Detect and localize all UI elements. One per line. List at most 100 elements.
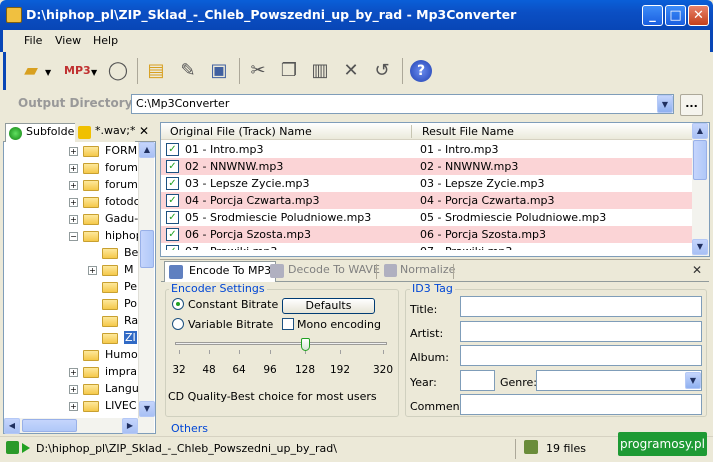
constant-bitrate-radio[interactable] bbox=[172, 298, 184, 310]
scroll-down-icon[interactable]: ▼ bbox=[139, 401, 155, 417]
file-list-scrollbar[interactable]: ▲ ▼ bbox=[692, 123, 709, 256]
scroll-up-icon[interactable]: ▲ bbox=[139, 142, 155, 158]
row-checkbox[interactable]: ✓ bbox=[166, 245, 179, 250]
artist-field[interactable] bbox=[460, 321, 702, 342]
expand-icon[interactable]: + bbox=[69, 215, 78, 224]
variable-bitrate-radio[interactable] bbox=[172, 318, 184, 330]
defaults-button[interactable]: Defaults bbox=[282, 298, 375, 314]
scroll-up-icon[interactable]: ▲ bbox=[692, 123, 708, 139]
tree-item[interactable]: + Langu bbox=[3, 381, 138, 398]
tab-file-mask[interactable]: *.wav;*. bbox=[75, 123, 135, 142]
menu-view[interactable]: View bbox=[55, 34, 81, 47]
expand-icon[interactable]: + bbox=[69, 385, 78, 394]
folder-tree-scrollbar[interactable]: ▲ ▼ bbox=[138, 142, 155, 418]
constant-bitrate-label[interactable]: Constant Bitrate bbox=[188, 298, 278, 311]
tree-item[interactable]: + Gadu- bbox=[3, 211, 138, 228]
tree-item[interactable]: − hiphop bbox=[3, 228, 138, 245]
expand-icon[interactable]: + bbox=[69, 147, 78, 156]
tree-item[interactable]: + fotodc bbox=[3, 194, 138, 211]
copy-icon[interactable]: ❐ bbox=[278, 60, 300, 82]
tree-item[interactable]: + forum bbox=[3, 160, 138, 177]
expand-icon[interactable]: + bbox=[69, 181, 78, 190]
close-button[interactable]: ✕ bbox=[688, 5, 709, 26]
scroll-right-icon[interactable]: ▶ bbox=[122, 418, 138, 434]
scroll-left-icon[interactable]: ◀ bbox=[4, 418, 20, 434]
row-checkbox[interactable]: ✓ bbox=[166, 160, 179, 173]
tree-item[interactable]: ZI bbox=[3, 330, 138, 347]
column-divider[interactable] bbox=[411, 125, 412, 138]
help-icon[interactable]: ? bbox=[410, 60, 432, 82]
tree-item[interactable]: + LIVEC bbox=[3, 398, 138, 415]
row-checkbox[interactable]: ✓ bbox=[166, 177, 179, 190]
variable-bitrate-label[interactable]: Variable Bitrate bbox=[188, 318, 273, 331]
open-dropdown-icon[interactable]: ▼ bbox=[45, 68, 51, 77]
speech-bubble-icon[interactable]: ◯ bbox=[107, 60, 129, 82]
expand-icon[interactable]: + bbox=[69, 402, 78, 411]
expand-icon[interactable]: + bbox=[69, 368, 78, 377]
album-field[interactable] bbox=[460, 345, 702, 366]
bitrate-slider-thumb[interactable] bbox=[301, 338, 310, 351]
menu-help[interactable]: Help bbox=[93, 34, 118, 47]
scroll-thumb[interactable] bbox=[140, 230, 154, 268]
mono-encoding-label[interactable]: Mono encoding bbox=[297, 318, 381, 331]
menu-file[interactable]: File bbox=[24, 34, 42, 47]
column-original-name[interactable]: Original File (Track) Name bbox=[170, 125, 312, 138]
table-row[interactable]: ✓ 03 - Lepsze Zycie.mp3 03 - Lepsze Zycie.… bbox=[161, 175, 692, 192]
paste-tag-icon[interactable]: ▤ bbox=[145, 60, 167, 82]
row-checkbox[interactable]: ✓ bbox=[166, 228, 179, 241]
tree-item[interactable]: Pe bbox=[3, 279, 138, 296]
hscroll-thumb[interactable] bbox=[22, 419, 77, 432]
scroll-thumb[interactable] bbox=[693, 140, 707, 180]
table-row[interactable]: ✓ 06 - Porcja Szosta.mp3 06 - Porcja Szost… bbox=[161, 226, 692, 243]
table-row[interactable]: ✓ 05 - Srodmiescie Poludniowe.mp3 05 - Sro… bbox=[161, 209, 692, 226]
edit-icon[interactable]: ✎ bbox=[177, 60, 199, 82]
row-checkbox[interactable]: ✓ bbox=[166, 194, 179, 207]
tab-encode-mp3[interactable]: Encode To MP3 bbox=[164, 261, 277, 282]
table-row[interactable]: ✓ 02 - NNWNW.mp3 02 - NNWNW.mp3 bbox=[161, 158, 692, 175]
column-result-name[interactable]: Result File Name bbox=[422, 125, 514, 138]
table-row[interactable]: ✓ 07 - Prawiki.mp3 07 - Prawiki.mp3 bbox=[161, 243, 692, 250]
cut-icon[interactable]: ✂ bbox=[247, 60, 269, 82]
undo-icon[interactable]: ↺ bbox=[371, 60, 393, 82]
expand-icon[interactable]: + bbox=[69, 164, 78, 173]
close-icon[interactable]: ✕ bbox=[692, 263, 702, 277]
scroll-down-icon[interactable]: ▼ bbox=[692, 239, 708, 255]
tree-item[interactable]: Po bbox=[3, 296, 138, 313]
table-row[interactable]: ✓ 04 - Porcja Czwarta.mp3 04 - Porcja Czwa… bbox=[161, 192, 692, 209]
table-row[interactable]: ✓ 01 - Intro.mp3 01 - Intro.mp3 bbox=[161, 141, 692, 158]
output-directory-input[interactable]: C:\Mp3Converter bbox=[131, 94, 674, 114]
row-checkbox[interactable]: ✓ bbox=[166, 143, 179, 156]
title-field[interactable] bbox=[460, 296, 702, 317]
mp3-convert-icon[interactable]: MP3 bbox=[64, 60, 91, 82]
delete-icon[interactable]: ✕ bbox=[340, 60, 362, 82]
chevron-down-icon[interactable]: ▼ bbox=[685, 372, 701, 389]
minimize-button[interactable]: _ bbox=[642, 5, 663, 26]
genre-select[interactable] bbox=[536, 370, 702, 391]
tab-normalize[interactable]: Normalize bbox=[382, 263, 455, 277]
row-checkbox[interactable]: ✓ bbox=[166, 211, 179, 224]
folder-tree-hscrollbar[interactable]: ◀ ▶ bbox=[4, 418, 154, 434]
tree-item[interactable]: + forum bbox=[3, 177, 138, 194]
paste-icon[interactable]: ▥ bbox=[309, 60, 331, 82]
tree-item[interactable]: + impra bbox=[3, 364, 138, 381]
tree-item[interactable]: + FORM bbox=[3, 143, 138, 160]
expand-icon[interactable]: + bbox=[88, 266, 97, 275]
browse-button[interactable]: ... bbox=[680, 94, 703, 116]
collapse-icon[interactable]: − bbox=[69, 232, 78, 241]
year-field[interactable] bbox=[460, 370, 495, 391]
tab-decode-wave[interactable]: Decode To WAVE bbox=[268, 263, 380, 278]
save-icon[interactable]: ▣ bbox=[208, 60, 230, 82]
maximize-button[interactable]: □ bbox=[665, 5, 686, 26]
tree-item[interactable]: Ra bbox=[3, 313, 138, 330]
tree-item[interactable]: Humo bbox=[3, 347, 138, 364]
convert-dropdown-icon[interactable]: ▼ bbox=[91, 68, 97, 77]
expand-icon[interactable]: + bbox=[69, 198, 78, 207]
tree-item[interactable]: + M bbox=[3, 262, 138, 279]
tree-item[interactable]: Be bbox=[3, 245, 138, 262]
open-folder-icon[interactable]: ▰ bbox=[20, 60, 42, 82]
close-icon[interactable]: ✕ bbox=[138, 124, 150, 138]
comment-field[interactable] bbox=[460, 394, 702, 415]
bitrate-slider-track[interactable] bbox=[175, 342, 387, 345]
chevron-down-icon[interactable]: ▼ bbox=[657, 95, 673, 113]
mono-encoding-checkbox[interactable] bbox=[282, 318, 294, 330]
